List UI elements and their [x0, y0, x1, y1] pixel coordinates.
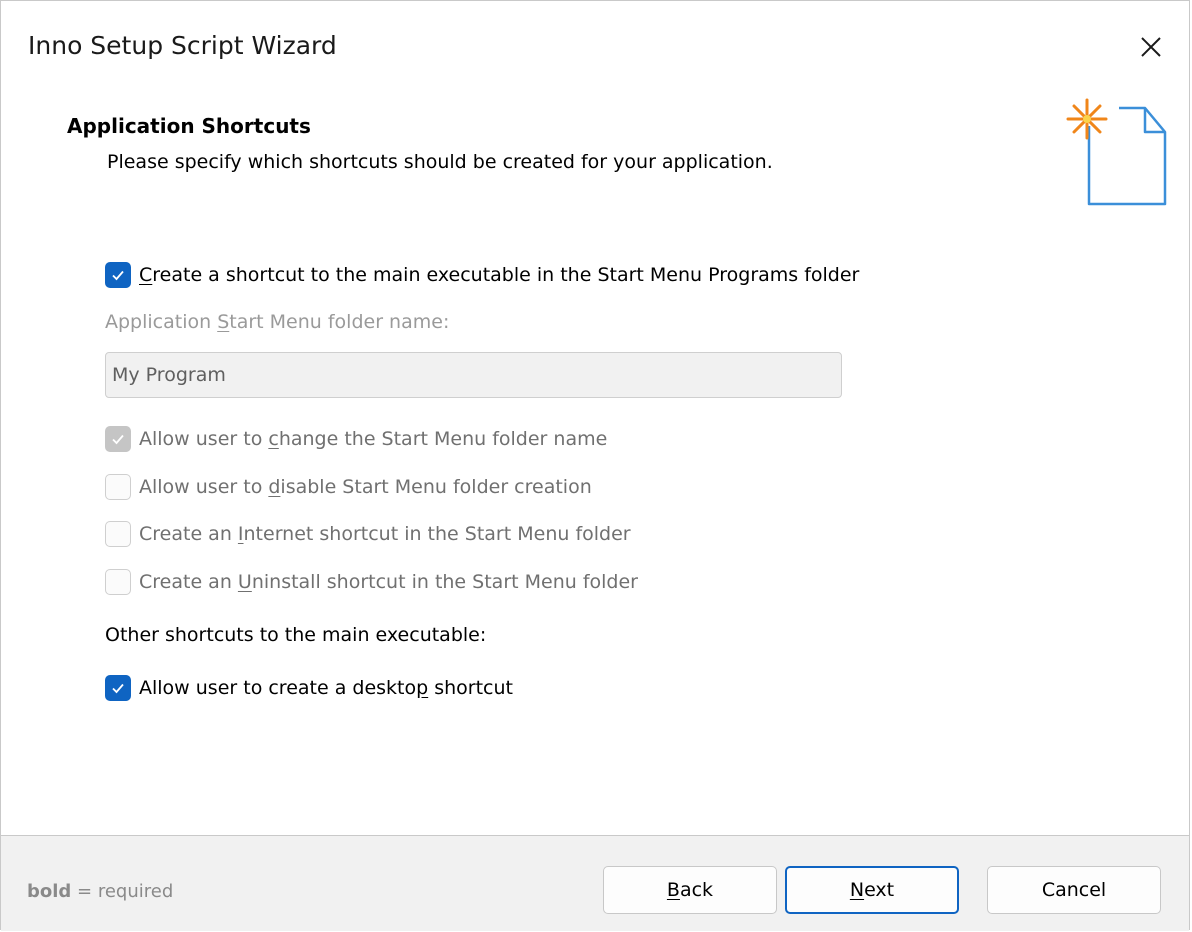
- create-start-menu-shortcut-checkbox[interactable]: Create a shortcut to the main executable…: [105, 262, 859, 288]
- checkmark-icon: [112, 434, 124, 445]
- label-accelerator: c: [268, 428, 279, 450]
- title-bar: Inno Setup Script Wizard: [1, 1, 1189, 96]
- label-part: Allow user to: [139, 476, 269, 498]
- uninstall-shortcut-checkbox[interactable]: Create an Uninstall shortcut in the Star…: [105, 569, 638, 595]
- new-document-sparkle-icon: [1066, 98, 1167, 206]
- label-part: Allow user to: [139, 428, 269, 450]
- label-part: isable Start Menu folder creation: [280, 476, 592, 498]
- close-icon: [1141, 37, 1161, 57]
- internet-shortcut-checkbox[interactable]: Create an Internet shortcut in the Start…: [105, 521, 631, 547]
- page-description: Please specify which shortcuts should be…: [107, 151, 773, 173]
- label-part: Application: [105, 311, 218, 333]
- label-part: nternet shortcut in the Start Menu folde…: [243, 523, 631, 545]
- close-button[interactable]: [1127, 23, 1175, 71]
- checkmark-icon: [112, 270, 124, 281]
- label-accelerator: C: [139, 264, 153, 286]
- label-part: ninstall shortcut in the Start Menu fold…: [251, 571, 638, 593]
- checkmark-icon: [112, 683, 124, 694]
- create-start-menu-shortcut-label: Create a shortcut to the main executable…: [139, 264, 859, 286]
- page-heading: Application Shortcuts: [67, 114, 311, 138]
- back-button[interactable]: Back: [603, 866, 777, 914]
- cancel-button[interactable]: Cancel: [987, 866, 1161, 914]
- button-accelerator: B: [666, 879, 680, 901]
- required-note-bold: bold: [27, 881, 72, 902]
- footer-bar: bold = required Back Next Cancel: [1, 835, 1189, 931]
- label-part: hange the Start Menu folder name: [278, 428, 608, 450]
- other-shortcuts-label: Other shortcuts to the main executable:: [105, 624, 487, 646]
- button-label: ext: [864, 879, 895, 901]
- folder-name-field[interactable]: My Program: [105, 352, 842, 398]
- desktop-shortcut-checkbox[interactable]: Allow user to create a desktop shortcut: [105, 675, 513, 701]
- uninstall-shortcut-label: Create an Uninstall shortcut in the Star…: [139, 571, 638, 593]
- label-part: Create an: [139, 571, 238, 593]
- button-label: ack: [679, 879, 714, 901]
- label-part: Allow user to create a deskto: [139, 677, 417, 699]
- allow-change-folder-checkbox[interactable]: Allow user to change the Start Menu fold…: [105, 426, 607, 452]
- checkbox-box[interactable]: [105, 474, 131, 500]
- folder-name-label: Application Start Menu folder name:: [105, 311, 449, 333]
- button-accelerator: N: [849, 879, 865, 901]
- allow-change-folder-label: Allow user to change the Start Menu fold…: [139, 428, 607, 450]
- required-note: bold = required: [27, 881, 173, 902]
- window-title: Inno Setup Script Wizard: [28, 31, 337, 60]
- label-part: tart Menu folder name:: [229, 311, 450, 333]
- next-button[interactable]: Next: [785, 866, 959, 914]
- allow-disable-folder-label: Allow user to disable Start Menu folder …: [139, 476, 592, 498]
- checkbox-box[interactable]: [105, 521, 131, 547]
- desktop-shortcut-label: Allow user to create a desktop shortcut: [139, 677, 513, 699]
- checkbox-box[interactable]: [105, 426, 131, 452]
- required-note-text: = required: [71, 881, 174, 902]
- internet-shortcut-label: Create an Internet shortcut in the Start…: [139, 523, 631, 545]
- checkbox-box[interactable]: [105, 569, 131, 595]
- checkbox-box[interactable]: [105, 675, 131, 701]
- label-accelerator: p: [416, 677, 429, 699]
- allow-disable-folder-checkbox[interactable]: Allow user to disable Start Menu folder …: [105, 474, 592, 500]
- label-part: Create an: [139, 523, 238, 545]
- label-part: shortcut: [428, 677, 513, 699]
- label-accelerator: S: [217, 311, 230, 333]
- label-accelerator: d: [268, 476, 281, 498]
- label-accelerator: U: [237, 571, 252, 593]
- checkbox-box[interactable]: [105, 262, 131, 288]
- label-part: reate a shortcut to the main executable …: [152, 264, 860, 286]
- wizard-window: Inno Setup Script Wizard Application Sho…: [0, 0, 1190, 931]
